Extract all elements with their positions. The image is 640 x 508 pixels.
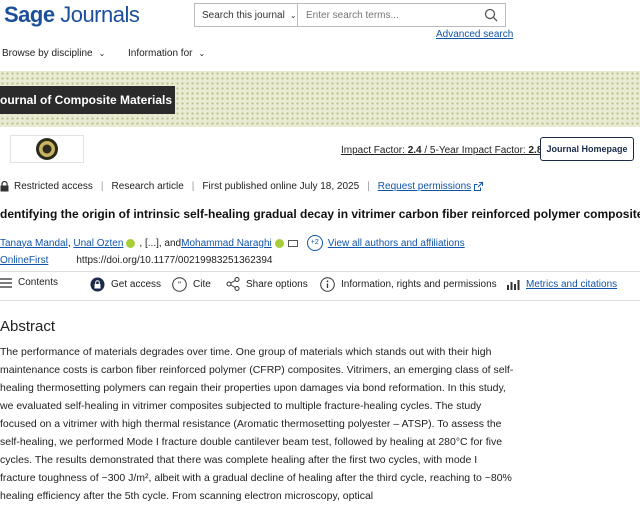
article-toolbar: Contents Get access ” Cite Share options… bbox=[0, 277, 640, 297]
divider: | bbox=[367, 181, 370, 192]
share-options-button[interactable]: Share options bbox=[226, 277, 308, 291]
article-meta: Restricted access | Research article | F… bbox=[0, 181, 484, 192]
doi-row: OnlineFirst https://doi.org/10.1177/0021… bbox=[0, 255, 272, 266]
access-status: Restricted access bbox=[14, 181, 93, 192]
journal-homepage-button[interactable]: Journal Homepage bbox=[540, 137, 634, 161]
five-year-label: / 5-Year Impact Factor: bbox=[421, 145, 529, 156]
information-rights-button[interactable]: Information, rights and permissions bbox=[320, 277, 497, 292]
journal-seal-logo bbox=[10, 135, 84, 163]
impact-value: 2.4 bbox=[407, 145, 422, 156]
chevron-down-icon: ⌄ bbox=[198, 49, 206, 58]
publish-date: First published online July 18, 2025 bbox=[202, 181, 360, 192]
mail-icon[interactable] bbox=[287, 239, 298, 247]
quote-icon: ” bbox=[172, 277, 187, 292]
sage-journals-logo[interactable]: Sage Journals bbox=[4, 2, 140, 28]
browse-discipline-label: Browse by discipline bbox=[2, 48, 93, 59]
divider bbox=[0, 271, 640, 272]
orcid-icon[interactable] bbox=[126, 238, 136, 248]
seal-icon bbox=[36, 138, 58, 160]
search-input[interactable] bbox=[298, 3, 506, 27]
share-icon bbox=[226, 277, 240, 291]
information-label: Information, rights and permissions bbox=[341, 279, 497, 290]
lock-icon bbox=[0, 181, 9, 192]
external-link-icon bbox=[474, 182, 484, 191]
logo-sage: Sage bbox=[4, 2, 55, 27]
article-title: dentifying the origin of intrinsic self-… bbox=[0, 207, 640, 221]
browse-discipline-menu[interactable]: Browse by discipline ⌄ bbox=[2, 48, 105, 59]
cite-button[interactable]: ” Cite bbox=[172, 277, 211, 292]
doi-text: https://doi.org/10.1177/0021998325136239… bbox=[76, 255, 273, 266]
chevron-down-icon: ⌄ bbox=[98, 49, 106, 58]
contents-button[interactable]: Contents bbox=[0, 277, 58, 288]
author-link[interactable]: Mohammad Naraghi bbox=[181, 238, 272, 249]
search-icon[interactable] bbox=[484, 8, 498, 22]
abstract-heading: Abstract bbox=[0, 318, 56, 335]
nav-bar: Browse by discipline ⌄ Information for ⌄ bbox=[0, 44, 640, 68]
author-ellipsis: , [...], and bbox=[139, 237, 182, 249]
author-list: Tanaya Mandal, Unal Ozten , [...], and M… bbox=[0, 235, 465, 251]
share-label: Share options bbox=[246, 278, 308, 290]
contents-label: Contents bbox=[18, 277, 59, 288]
banner-journal-name[interactable]: ournal of Composite Materials bbox=[0, 93, 172, 107]
information-for-label: Information for bbox=[128, 48, 193, 59]
list-icon bbox=[0, 277, 12, 288]
divider: | bbox=[191, 181, 195, 192]
logo-journals: Journals bbox=[54, 2, 140, 27]
search-scope-label: Search this journal bbox=[202, 9, 285, 21]
get-access-button[interactable]: Get access bbox=[90, 277, 161, 292]
divider: | bbox=[100, 181, 104, 192]
more-authors-badge[interactable]: +2 bbox=[306, 235, 323, 251]
get-access-label: Get access bbox=[111, 279, 162, 290]
request-permissions-link[interactable]: Request permissions bbox=[378, 181, 471, 192]
bar-chart-icon bbox=[507, 280, 520, 290]
metrics-label: Metrics and citations bbox=[526, 278, 618, 290]
cite-label: Cite bbox=[193, 279, 211, 290]
advanced-search-link[interactable]: Advanced search bbox=[436, 29, 513, 40]
online-first-link[interactable]: OnlineFirst bbox=[0, 255, 48, 266]
search-scope-select[interactable]: Search this journal ⌄ bbox=[194, 3, 298, 27]
chevron-down-icon: ⌄ bbox=[289, 10, 297, 20]
abstract-text: The performance of materials degrades ov… bbox=[0, 346, 514, 502]
article-type: Research article bbox=[111, 181, 184, 192]
information-for-menu[interactable]: Information for ⌄ bbox=[128, 48, 205, 59]
svg-text:”: ” bbox=[177, 281, 181, 290]
impact-factor[interactable]: Impact Factor: 2.4 / 5-Year Impact Facto… bbox=[341, 145, 542, 156]
author-link[interactable]: Unal Ozten bbox=[73, 238, 123, 249]
author-link[interactable]: Tanaya Mandal bbox=[0, 238, 68, 249]
impact-label: Impact Factor: bbox=[341, 145, 408, 156]
orcid-icon[interactable] bbox=[274, 238, 284, 248]
metrics-citations-button[interactable]: Metrics and citations bbox=[506, 277, 617, 291]
info-icon bbox=[320, 277, 335, 292]
padlock-circle-icon bbox=[90, 277, 105, 292]
divider bbox=[0, 300, 640, 301]
view-all-authors-link[interactable]: View all authors and affiliations bbox=[328, 238, 465, 249]
